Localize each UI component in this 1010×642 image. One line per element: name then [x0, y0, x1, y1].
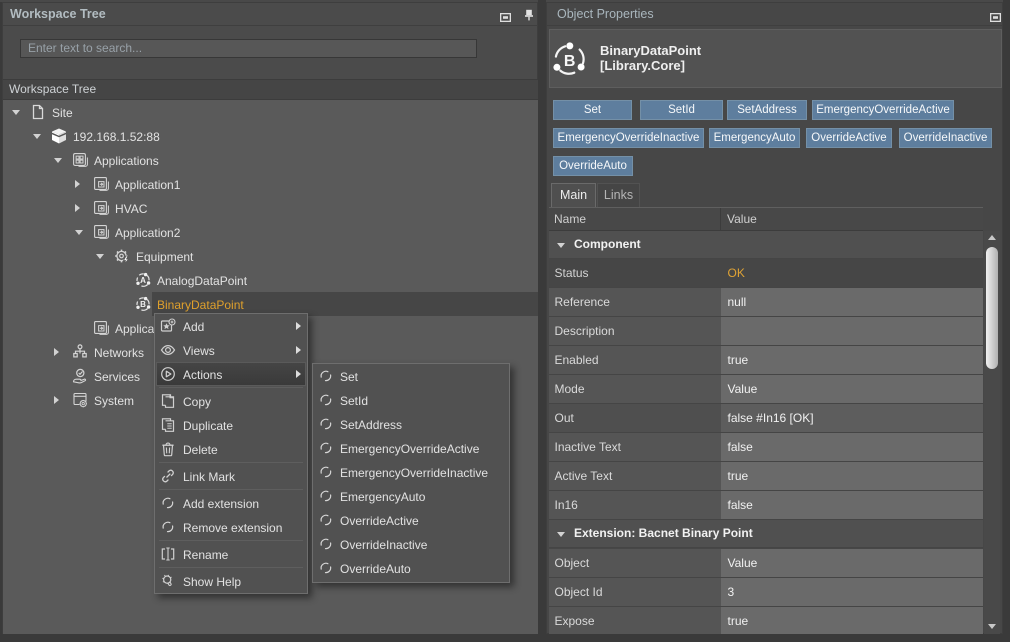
svg-text:A: A	[140, 276, 146, 285]
svg-text:B: B	[564, 53, 576, 70]
svg-text:B: B	[140, 300, 146, 309]
